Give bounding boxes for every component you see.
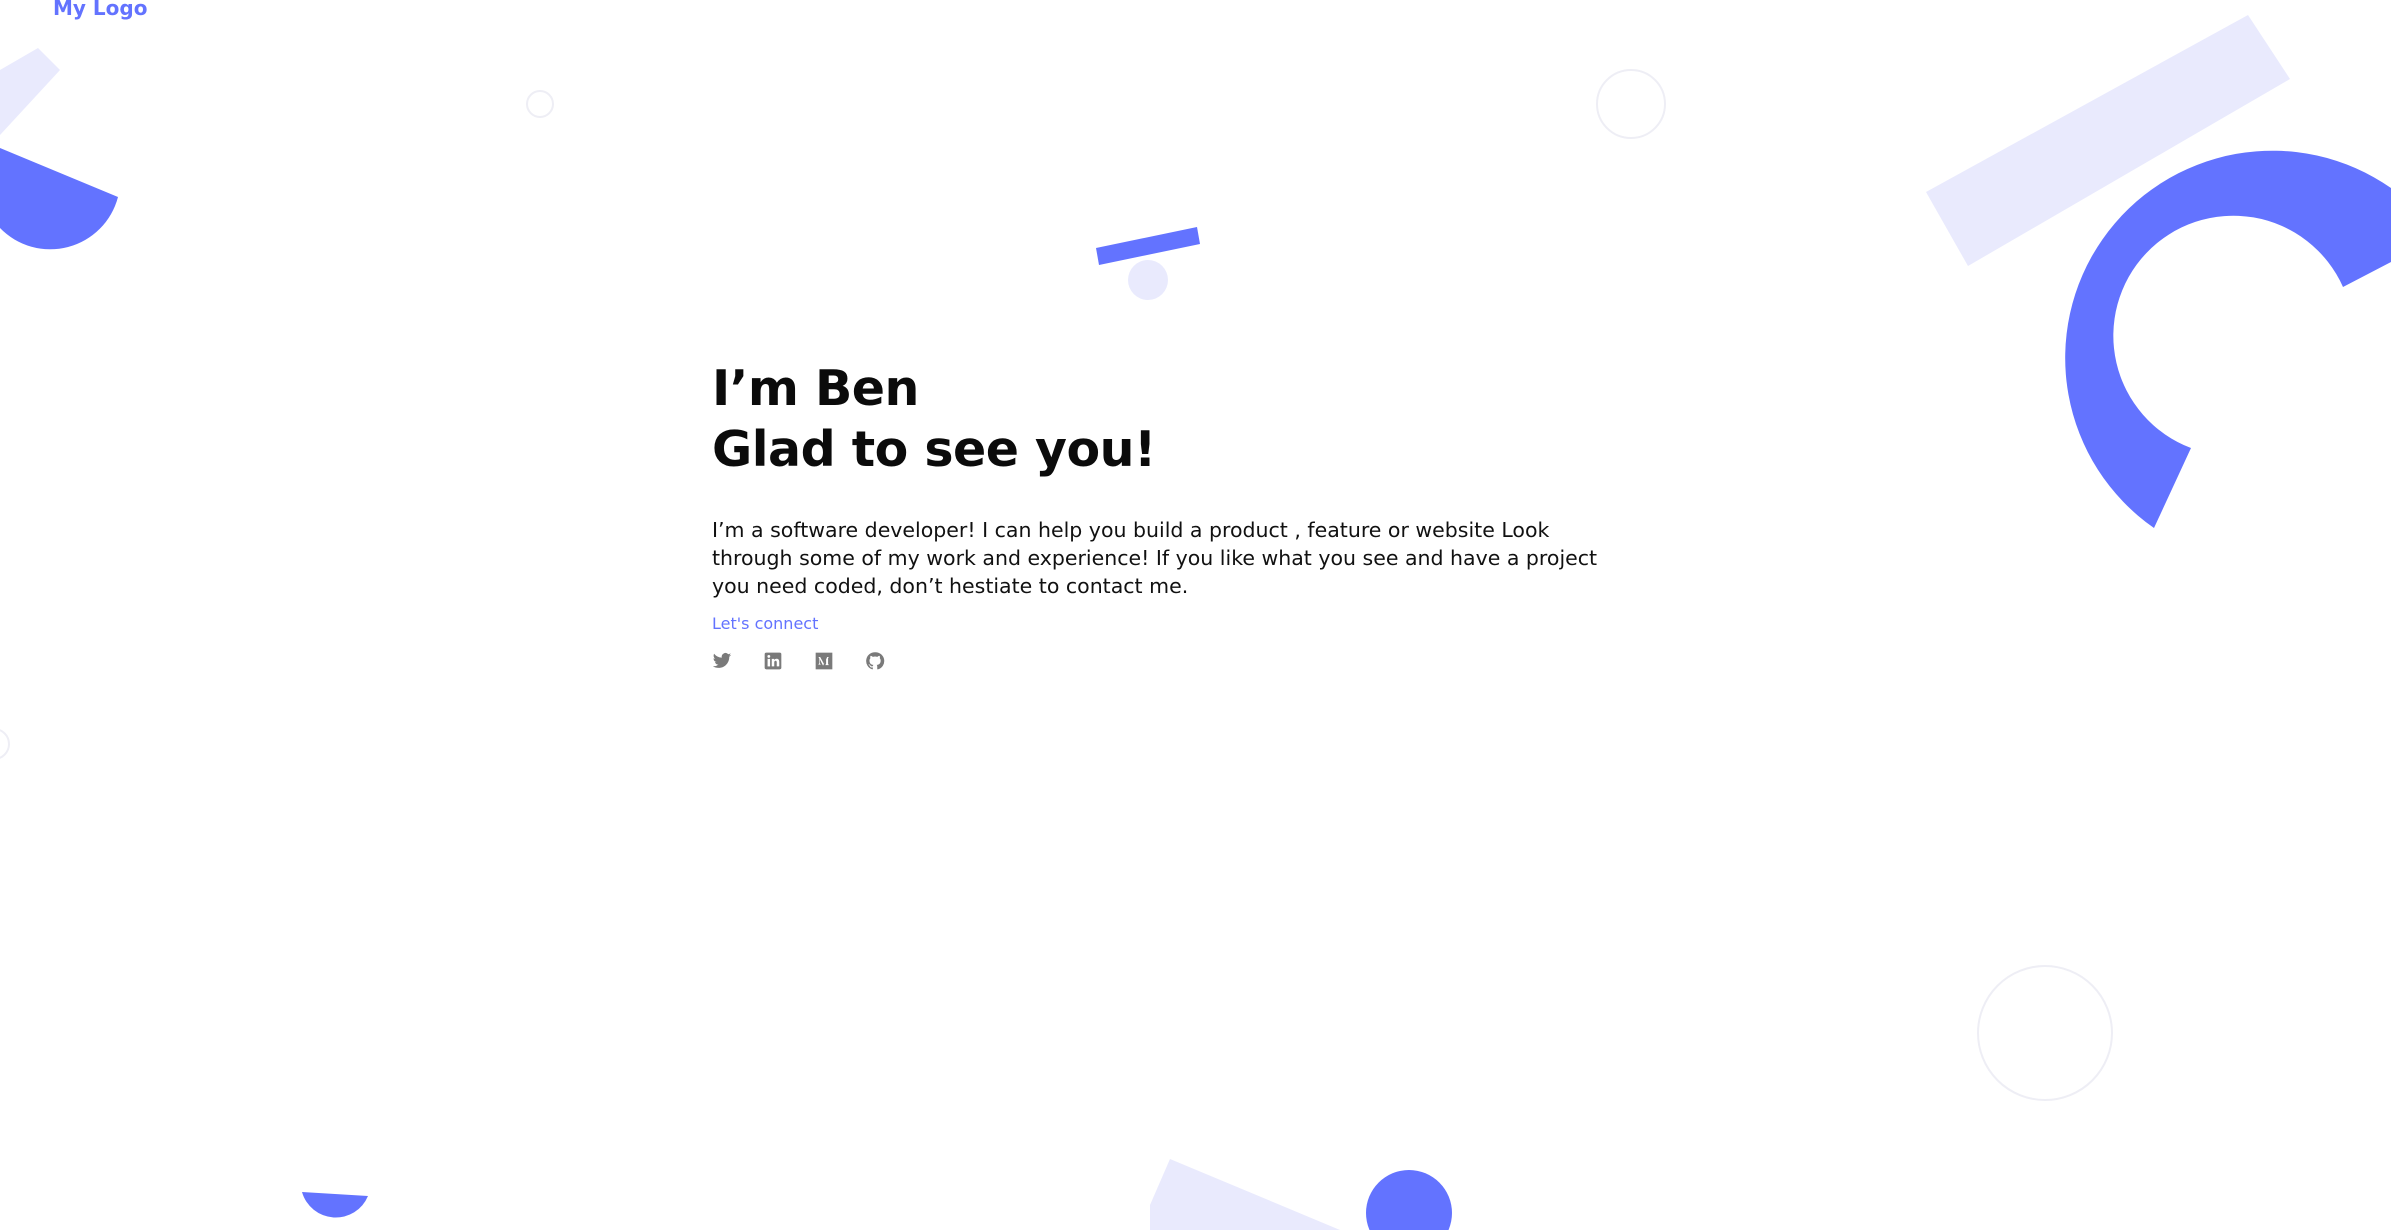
linkedin-link[interactable] — [763, 651, 783, 671]
deco-light-bar-top-left — [0, 48, 60, 135]
twitter-link[interactable] — [712, 651, 732, 671]
github-link[interactable] — [865, 651, 885, 671]
hero-heading-line-2: Glad to see you! — [712, 421, 1156, 478]
github-icon — [866, 652, 885, 670]
deco-blue-half-circle-top-left — [0, 148, 118, 250]
hero-section: I’m Ben Glad to see you! I’m a software … — [712, 358, 1612, 671]
deco-blue-arc-top-right — [2065, 150, 2391, 528]
hero-heading: I’m Ben Glad to see you! — [712, 358, 1612, 480]
hero-heading-line-1: I’m Ben — [712, 360, 919, 417]
deco-light-bar-top-right — [1926, 15, 2290, 266]
medium-link[interactable] — [814, 651, 834, 671]
twitter-icon — [712, 653, 732, 668]
medium-icon — [815, 652, 833, 670]
logo-link[interactable]: My Logo — [53, 0, 147, 20]
deco-light-dot-center — [1128, 260, 1168, 300]
deco-blue-half-circle-bottom-left — [302, 1192, 368, 1218]
lets-connect-link[interactable]: Let's connect — [712, 614, 818, 633]
deco-outline-circle-large — [1977, 965, 2113, 1101]
deco-blue-circle-bottom — [1366, 1170, 1452, 1230]
deco-outline-circle-medium — [1596, 69, 1666, 139]
deco-outline-circle-left-edge — [0, 729, 10, 759]
deco-light-bar-bottom — [1150, 1159, 1340, 1230]
deco-outline-circle-small — [526, 90, 554, 118]
hero-description: I’m a software developer! I can help you… — [712, 518, 1598, 598]
deco-blue-bar-center — [1096, 227, 1200, 265]
linkedin-icon — [764, 652, 782, 670]
social-links — [712, 651, 1612, 671]
